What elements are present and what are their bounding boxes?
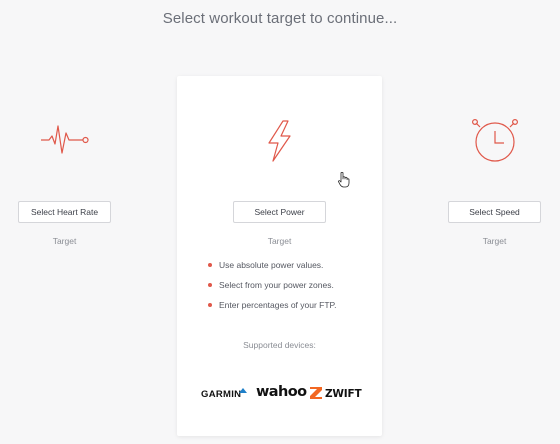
select-heart-rate-button[interactable]: Select Heart Rate — [18, 201, 111, 223]
power-target-label: Target — [267, 236, 292, 246]
list-item: Enter percentages of your FTP. — [206, 298, 337, 318]
wahoo-logo: wahoo — [256, 384, 307, 400]
zwift-logo-icon — [310, 387, 322, 399]
page-title: Select workout target to continue... — [162, 10, 398, 27]
select-speed-button[interactable]: Select Speed — [448, 201, 541, 223]
heart-rate-target-label: Target — [52, 236, 77, 246]
speed-target-label: Target — [482, 236, 507, 246]
list-item: Use absolute power values. — [206, 258, 337, 278]
bullet-icon — [208, 263, 212, 267]
power-features-list: Use absolute power values. Select from y… — [206, 258, 337, 318]
stopwatch-icon — [471, 118, 518, 162]
bullet-icon — [208, 283, 212, 287]
list-item: Select from your power zones. — [206, 278, 337, 298]
garmin-logo: GARMIN — [201, 389, 242, 400]
bullet-icon — [208, 303, 212, 307]
zwift-logo: ZWIFT — [325, 388, 362, 400]
supported-devices-label: Supported devices: — [243, 340, 316, 350]
hand-cursor-icon — [338, 172, 350, 188]
garmin-triangle-icon — [239, 388, 247, 393]
select-power-button[interactable]: Select Power — [233, 201, 326, 223]
lightning-icon — [268, 120, 291, 162]
heart-rate-icon — [41, 125, 89, 154]
